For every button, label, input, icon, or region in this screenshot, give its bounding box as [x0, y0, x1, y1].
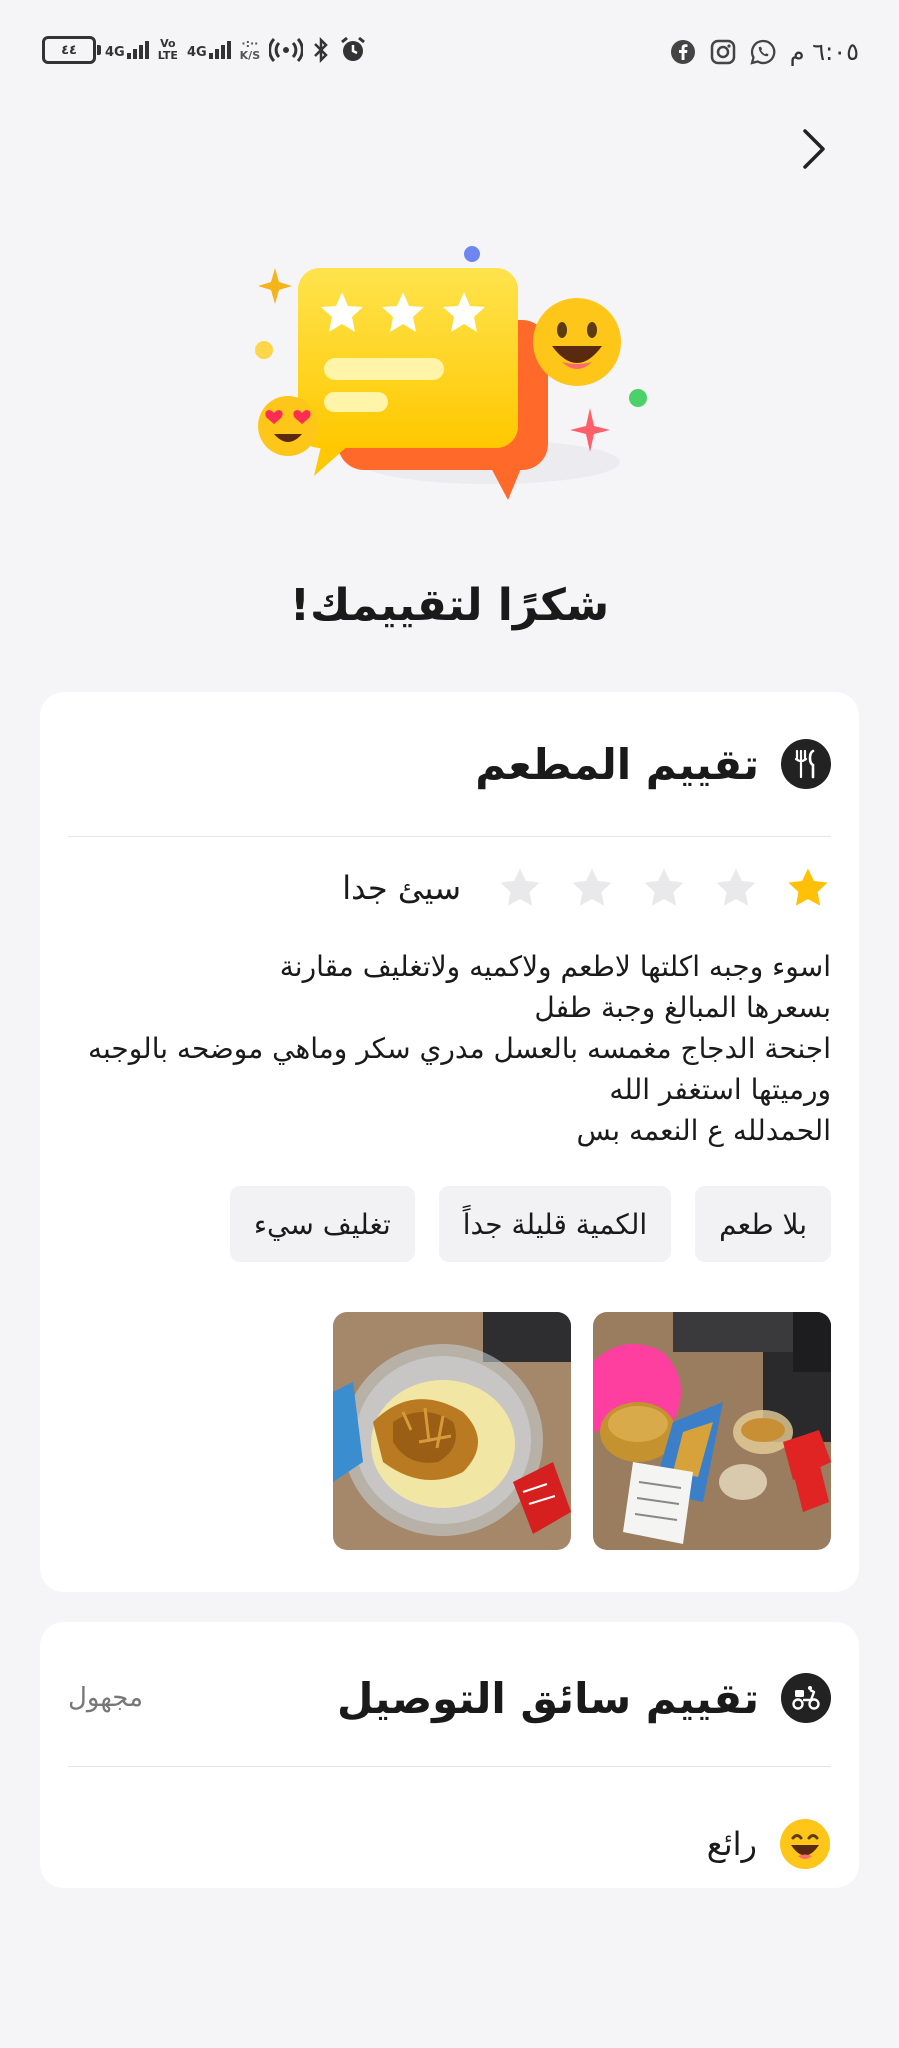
delivery-scooter-icon	[781, 1673, 831, 1723]
driver-card-header: تقييم سائق التوصيل مجهول	[68, 1666, 831, 1730]
star-icon	[788, 868, 828, 906]
star-icon	[572, 868, 612, 906]
volte-indicator: Vo LTE	[158, 38, 178, 62]
review-tag: تغليف سيء	[229, 1186, 415, 1262]
alarm-icon	[339, 36, 367, 64]
clock-time: ٦:٠٥ م	[789, 38, 859, 66]
bluetooth-icon	[312, 37, 330, 63]
star-icon	[644, 868, 684, 906]
driver-rating: رائع	[707, 1818, 831, 1870]
review-tag: بلا طعم	[695, 1186, 831, 1262]
driver-divider	[68, 1766, 831, 1767]
review-photo[interactable]	[593, 1312, 831, 1550]
network-type-1: 4G	[105, 45, 125, 60]
restaurant-card-header: تقييم المطعم	[68, 732, 831, 796]
review-photo[interactable]	[333, 1312, 571, 1550]
battery-icon: ٤٤	[42, 36, 101, 64]
restaurant-star-rating: سيئ جدا	[342, 860, 831, 916]
laughing-face-icon	[780, 1819, 830, 1869]
driver-card-title: تقييم سائق التوصيل	[336, 1673, 759, 1723]
status-right: ٦:٠٥ م	[670, 38, 859, 66]
battery-level: ٤٤	[61, 42, 77, 58]
restaurant-rating-label: سيئ جدا	[342, 869, 461, 907]
speed-unit: K/S	[239, 49, 261, 62]
driver-rating-label: رائع	[706, 1825, 757, 1863]
volte-bottom: LTE	[157, 49, 178, 62]
anonymous-label: مجهول	[68, 1683, 144, 1713]
signal-icon-2: 4G	[187, 41, 231, 59]
review-photos	[333, 1312, 831, 1550]
star-icon	[716, 868, 756, 906]
restaurant-divider	[68, 836, 831, 837]
review-comment: اسوء وجبه اكلتها لاطعم ولاكميه ولاتغليف …	[87, 950, 831, 1147]
rating-illustration	[240, 230, 660, 520]
chevron-right-icon	[803, 129, 825, 169]
signal-icon: 4G	[105, 41, 149, 59]
status-bar: ٤٤ 4G Vo LTE 4G ·:·· K/S ٦:٠٥ م	[0, 0, 899, 112]
whatsapp-icon	[750, 39, 776, 65]
restaurant-card-title: تقييم المطعم	[475, 739, 759, 789]
review-tags: بلا طعم الكمية قليلة جداً تغليف سيء	[229, 1186, 831, 1262]
data-speed: ·:·· K/S	[240, 38, 260, 62]
status-indicators: ٤٤ 4G Vo LTE 4G ·:·· K/S	[42, 36, 367, 64]
restaurant-rating-card: تقييم المطعم سيئ جدا اسوء وجبه اكلتها لا…	[40, 692, 859, 1592]
driver-rating-card: تقييم سائق التوصيل مجهول رائع	[40, 1622, 859, 1888]
network-type-2: 4G	[186, 45, 207, 60]
facebook-icon	[670, 39, 696, 65]
review-tag: الكمية قليلة جداً	[438, 1186, 672, 1262]
page-title: شكرًا لتقييمك!	[289, 580, 610, 631]
hotspot-icon	[269, 37, 304, 63]
back-button[interactable]	[794, 124, 834, 174]
fork-knife-icon	[781, 739, 831, 789]
instagram-icon	[710, 39, 736, 65]
star-icon	[500, 868, 540, 906]
